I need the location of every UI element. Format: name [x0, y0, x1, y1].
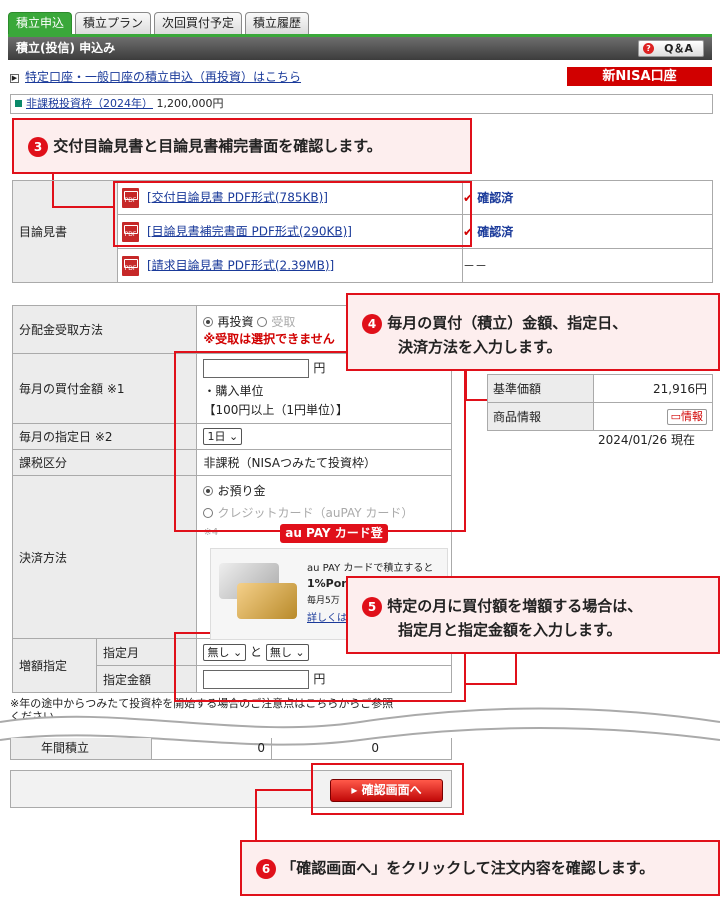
reinvest-link-row: ▶ 特定口座・一般口座の積立申込（再投資）はこちら [10, 68, 301, 85]
quota-link[interactable]: 非課税投資枠（2024年） [26, 97, 153, 110]
nisa-account-badge: 新NISA口座 [567, 67, 712, 86]
arrow-right-icon: ▶ [10, 74, 19, 83]
tab-plan[interactable]: 積立プラン [75, 12, 152, 34]
card-detail-link[interactable]: 詳しくは [307, 609, 347, 624]
doc-row: PDF [請求目論見書 PDF形式(2.39MB)] [117, 248, 463, 283]
tax-free-quota: 非課税投資枠（2024年） 1,200,000円 [10, 94, 713, 114]
callout-4: 4 毎月の買付（積立）金額、指定日、 決済方法を入力します。 [346, 293, 720, 371]
callout-text: 交付目論見書と目論見書補完書面を確認します。 [53, 137, 382, 155]
doc-status: ✔ 確認済 [462, 214, 713, 249]
price-value: 21,916円 [593, 374, 713, 403]
qa-label: Q＆A [664, 42, 693, 55]
green-square-icon [15, 100, 22, 107]
amount-label: 毎月の買付金額 ※1 [11, 353, 198, 424]
callout-5: 5 特定の月に買付額を増額する場合は、 指定月と指定金額を入力します。 [346, 576, 720, 654]
callout-6: 6 「確認画面へ」をクリックして注文内容を確認します。 [240, 840, 720, 896]
pay-label: 決済方法 [11, 475, 198, 639]
callout-3: 3 交付目論見書と目論見書補完書面を確認します。 [12, 118, 472, 174]
page-title: 積立(投信) 申込み [16, 41, 116, 55]
card-image-gold [237, 583, 297, 619]
doc-status: ✔ 確認済 [462, 180, 713, 215]
window-icon: ▭ [670, 409, 681, 423]
doc-status: －－ [462, 248, 713, 283]
day-label: 毎月の指定日 ※2 [11, 423, 198, 450]
receive-radio[interactable] [257, 316, 268, 327]
step-number: 4 [362, 313, 382, 334]
doc-link[interactable]: [請求目論見書 PDF形式(2.39MB)] [147, 258, 334, 272]
qa-button[interactable]: ? Q＆A [638, 40, 704, 57]
step-number: 6 [256, 858, 276, 879]
tab-bar: 積立申込 積立プラン 次回買付予定 積立履歴 [8, 12, 310, 34]
reinvest-radio[interactable] [203, 316, 214, 327]
prospectus-label: 目論見書 [12, 180, 118, 283]
price-label: 基準価額 [487, 374, 594, 403]
tab-subscribe[interactable]: 積立申込 [8, 12, 73, 34]
tab-history[interactable]: 積立履歴 [245, 12, 310, 34]
step-number: 3 [28, 136, 48, 157]
price-date: 2024/01/26 現在 [598, 433, 695, 447]
tab-next-purchase[interactable]: 次回買付予定 [154, 12, 243, 34]
fund-info-table: 基準価額 21,916円 商品情報 ▭情報 [487, 374, 713, 431]
reinvest-link[interactable]: 特定口座・一般口座の積立申込（再投資）はこちら [25, 70, 301, 84]
confirm-button[interactable]: ▸ 確認画面へ [330, 779, 443, 802]
pdf-icon: PDF [122, 255, 139, 276]
tax-label: 課税区分 [11, 449, 198, 476]
info-button[interactable]: ▭情報 [666, 408, 707, 425]
aupay-register-button[interactable]: au PAY カード登録 [280, 524, 388, 559]
question-icon: ? [643, 43, 654, 54]
annual-row: 年間積立 0 0 [10, 738, 452, 760]
dist-label: 分配金受取方法 [11, 305, 198, 354]
step-number: 5 [362, 596, 382, 617]
page-title-bar: 積立(投信) 申込み ? Q＆A [8, 34, 712, 60]
increase-label: 増額指定 [12, 638, 97, 693]
quota-value: 1,200,000円 [156, 97, 224, 110]
info-label: 商品情報 [487, 402, 594, 431]
